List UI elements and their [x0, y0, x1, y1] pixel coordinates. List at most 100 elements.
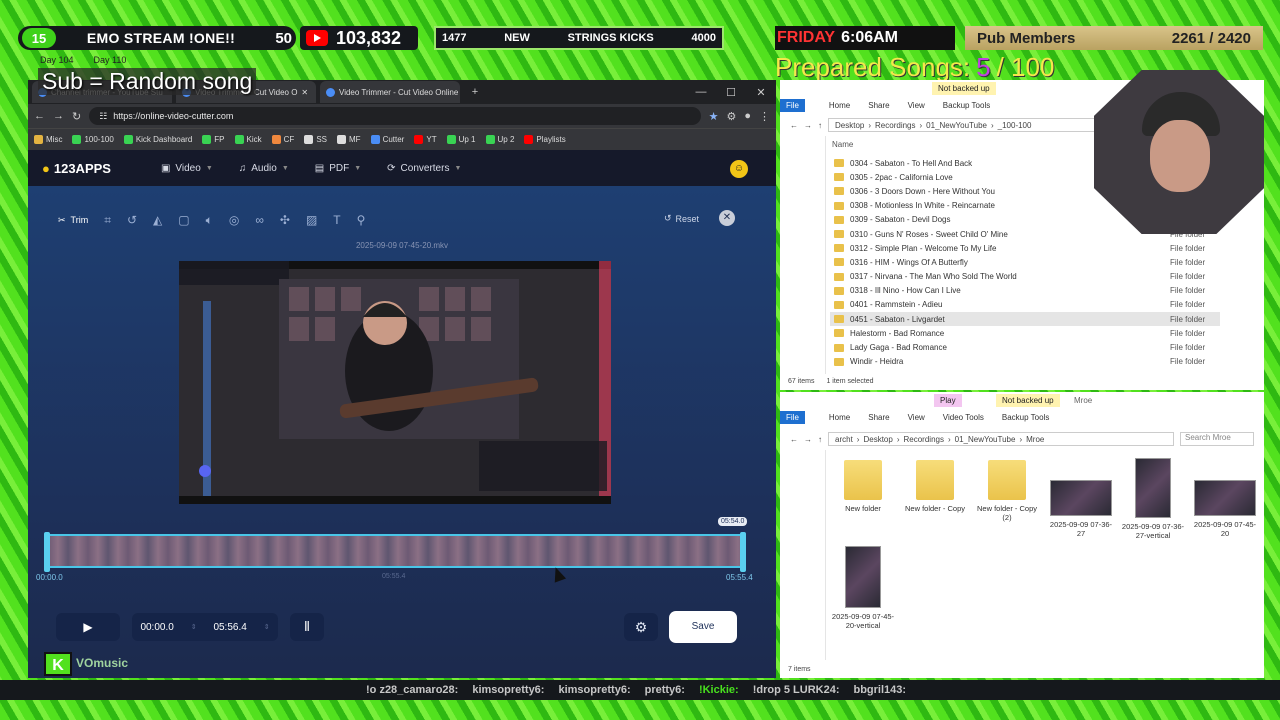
start-time-input[interactable]: 00:00.0	[140, 622, 173, 633]
context-tab-backup[interactable]: Not backed up	[996, 394, 1060, 407]
bookmark-star-icon[interactable]: ★	[709, 110, 719, 123]
trim-tool-button[interactable]: ✂ Trim	[58, 215, 88, 226]
user-avatar[interactable]: ☺	[730, 160, 748, 178]
close-window-icon[interactable]: ✕	[746, 86, 776, 99]
bookmark-item[interactable]: SS	[304, 135, 327, 144]
list-item[interactable]: 0316 - HIM - Wings Of A Butterfly File fo…	[830, 255, 1220, 269]
path-segment[interactable]: 01_NewYouTube	[955, 435, 1016, 444]
back-icon[interactable]: ←	[34, 110, 45, 122]
text-icon[interactable]: T	[333, 213, 340, 227]
list-item[interactable]: 0312 - Simple Plan - Welcome To My Life F…	[830, 241, 1220, 255]
bookmark-item[interactable]: YT	[414, 135, 437, 144]
video-item[interactable]: 2025-09-09 07-36-27	[1046, 480, 1116, 538]
context-tab-backup[interactable]: Not backed up	[932, 82, 996, 95]
split-button[interactable]: ⫴	[290, 613, 324, 641]
settings-button[interactable]: ⚙	[624, 613, 658, 641]
bookmark-item[interactable]: Kick Dashboard	[123, 135, 192, 144]
list-item[interactable]: Windir - Heidra File folder	[830, 355, 1220, 369]
path-segment[interactable]: 01_NewYouTube	[926, 121, 987, 130]
list-item-selected[interactable]: 0451 - Sabaton - Livgardet File folder	[830, 312, 1220, 327]
video-item[interactable]: 2025-09-09 07-45-20-vertical	[828, 546, 898, 630]
navigation-pane[interactable]	[780, 136, 826, 374]
bookmark-item[interactable]: 100-100	[72, 135, 114, 144]
ribbon-tab[interactable]: Home	[829, 101, 850, 110]
app-logo[interactable]: ● 123APPS	[42, 161, 111, 176]
bookmark-item[interactable]: Up 1	[446, 135, 476, 144]
up-icon[interactable]: ↑	[818, 121, 822, 130]
nav-converters[interactable]: ⟳ Converters ▼	[387, 163, 461, 174]
folder-item[interactable]: New folder	[828, 460, 898, 513]
nav-audio[interactable]: ♫ Audio ▼	[239, 163, 289, 174]
ribbon-tab[interactable]: Backup Tools	[943, 101, 990, 110]
browser-tab-active[interactable]: Video Trimmer - Cut Video Online✕	[320, 81, 460, 103]
folder-item[interactable]: New folder - Copy (2)	[972, 460, 1042, 522]
maximize-icon[interactable]: ☐	[716, 86, 746, 99]
video-item[interactable]: 2025-09-09 07-36-27-vertical	[1118, 458, 1188, 540]
name-column-header[interactable]: Name	[832, 140, 853, 149]
path-segment[interactable]: Recordings	[875, 121, 915, 130]
forward-icon[interactable]: →	[804, 435, 812, 444]
list-item[interactable]: 0401 - Rammstein - Adieu File folder	[830, 298, 1220, 312]
back-icon[interactable]: ←	[790, 121, 798, 130]
stepper-icon[interactable]: ⇕	[191, 623, 197, 631]
path-segment[interactable]: Desktop	[863, 435, 892, 444]
stepper-icon[interactable]: ⇕	[264, 623, 270, 631]
speed-icon[interactable]: ◎	[229, 213, 239, 227]
close-editor-button[interactable]: ✕	[719, 210, 735, 226]
list-item[interactable]: 0318 - Ill Nino - How Can I Live File fol…	[830, 284, 1220, 298]
ribbon-tab[interactable]: Share	[868, 101, 889, 110]
menu-icon[interactable]: ⋮	[759, 110, 770, 123]
up-icon[interactable]: ↑	[818, 435, 822, 444]
flip-icon[interactable]: ◭	[153, 213, 162, 227]
ribbon-tab[interactable]: Share	[868, 413, 889, 422]
path-segment[interactable]: archt	[835, 435, 853, 444]
video-item[interactable]: 2025-09-09 07-45-20	[1190, 480, 1260, 538]
nav-pdf[interactable]: ▤ PDF ▼	[315, 163, 361, 174]
crop-icon[interactable]: ⌗	[104, 213, 111, 228]
forward-icon[interactable]: →	[53, 110, 64, 122]
file-menu[interactable]: File	[780, 98, 805, 112]
extensions-icon[interactable]: ⚙	[726, 110, 736, 123]
bookmark-item[interactable]: Cutter	[370, 135, 404, 144]
close-tab-icon[interactable]: ✕	[301, 88, 308, 97]
context-tab-play[interactable]: Play	[934, 394, 962, 407]
forward-icon[interactable]: →	[804, 121, 812, 130]
bookmark-item[interactable]: Playlists	[524, 135, 566, 144]
loop-icon[interactable]: ∞	[255, 213, 264, 227]
path-field[interactable]: archt › Desktop › Recordings › 01_NewYouTub…	[828, 432, 1174, 446]
search-input[interactable]: Search Mroe	[1180, 432, 1254, 446]
ribbon-tab[interactable]: Home	[829, 413, 850, 422]
path-segment[interactable]: Mroe	[1026, 435, 1044, 444]
bookmark-item[interactable]: Kick	[234, 135, 262, 144]
trim-end-handle[interactable]	[740, 532, 746, 572]
minimize-icon[interactable]: —	[686, 86, 716, 98]
bookmark-item[interactable]: Misc	[34, 135, 62, 144]
path-segment[interactable]: Recordings	[904, 435, 944, 444]
reload-icon[interactable]: ↻	[72, 110, 81, 123]
trim-start-handle[interactable]	[44, 532, 50, 572]
end-time-input[interactable]: 05:56.4	[213, 622, 246, 633]
new-tab-button[interactable]: +	[460, 86, 490, 98]
path-segment[interactable]: Desktop	[835, 121, 864, 130]
bookmark-item[interactable]: FP	[202, 135, 225, 144]
path-segment[interactable]: _100-100	[998, 121, 1032, 130]
image-icon[interactable]: ▨	[306, 213, 317, 227]
ribbon-tab[interactable]: View	[908, 413, 925, 422]
save-button[interactable]: Save	[669, 611, 737, 643]
ribbon-tab[interactable]: Backup Tools	[1002, 413, 1049, 422]
video-preview[interactable]	[179, 261, 611, 504]
site-info-icon[interactable]: ☷	[99, 111, 107, 122]
resize-icon[interactable]: ▢	[178, 213, 189, 227]
profile-icon[interactable]: ●	[744, 110, 751, 122]
watermark-icon[interactable]: ⚲	[357, 213, 366, 227]
back-icon[interactable]: ←	[790, 435, 798, 444]
stabilize-icon[interactable]: ✣	[280, 213, 290, 227]
navigation-pane[interactable]	[780, 450, 826, 660]
bookmark-item[interactable]: MF	[337, 135, 361, 144]
folder-item[interactable]: New folder - Copy	[900, 460, 970, 513]
bookmark-item[interactable]: Up 2	[485, 135, 514, 144]
ribbon-tab[interactable]: Video Tools	[943, 413, 984, 422]
ribbon-tab[interactable]: View	[908, 101, 925, 110]
url-field[interactable]: ☷ https://online-video-cutter.com	[89, 107, 701, 125]
volume-icon[interactable]: 🔈︎	[206, 213, 213, 228]
